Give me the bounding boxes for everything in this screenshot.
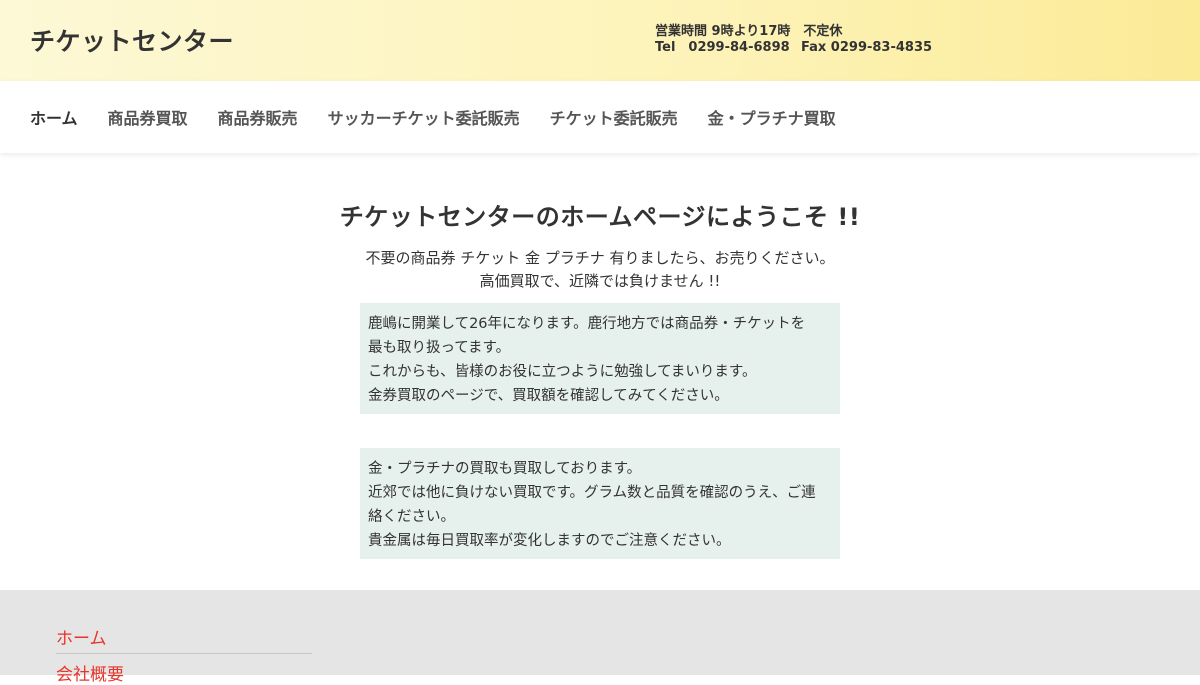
- box-line: 最も取り扱ってます。: [368, 340, 511, 356]
- business-hours: 営業時間 9時より17時 不定休: [655, 24, 843, 39]
- intro-line: 不要の商品券 チケット 金 プラチナ 有りましたら、お売りください。: [365, 249, 835, 267]
- box-line: これからも、皆様のお役に立つように勉強してまいります。: [368, 364, 757, 380]
- nav-item-ticket-consign[interactable]: チケット委託販売: [550, 105, 678, 129]
- footer-link-company[interactable]: 会社概要: [56, 660, 124, 685]
- tel-number: Tel 0299-84-6898: [655, 40, 790, 55]
- nav-item-home[interactable]: ホーム: [30, 105, 78, 129]
- info-box-ticket: 鹿嶋に開業して26年になります。鹿行地方では商品券・チケットを 最も取り扱ってま…: [360, 303, 840, 414]
- main-nav: ホーム 商品券買取 商品券販売 サッカーチケット委託販売 チケット委託販売 金・…: [0, 81, 1200, 153]
- footer-divider: [56, 653, 312, 654]
- footer-link-home[interactable]: ホーム: [56, 624, 107, 649]
- site-footer: ホーム 会社概要: [0, 590, 1200, 685]
- intro-line: 高価買取で、近隣では負けません !!: [479, 272, 721, 290]
- site-title[interactable]: チケットセンター: [30, 22, 234, 58]
- nav-item-soccer-ticket[interactable]: サッカーチケット委託販売: [328, 105, 520, 129]
- nav-item-gift-card-sale[interactable]: 商品券販売: [218, 105, 298, 129]
- nav-item-gold-platinum[interactable]: 金・プラチナ買取: [708, 105, 836, 129]
- box-line: 金・プラチナの買取も買取しております。: [368, 461, 642, 477]
- info-box-gold: 金・プラチナの買取も買取しております。 近郊では他に負けない買取です。グラム数と…: [360, 448, 840, 559]
- page-title: チケットセンターのホームページにようこそ !!: [339, 203, 861, 231]
- nav-item-gift-card-buy[interactable]: 商品券買取: [108, 105, 188, 129]
- box-line: 金券買取のページで、買取額を確認してみてください。: [368, 388, 729, 404]
- fax-number: Fax 0299-83-4835: [801, 40, 933, 55]
- intro-text: 不要の商品券 チケット 金 プラチナ 有りましたら、お売りください。 高価買取で…: [0, 247, 1200, 293]
- box-line: 貴金属は毎日買取率が変化しますのでご注意ください。: [368, 533, 731, 549]
- site-header: チケットセンター 営業時間 9時より17時 不定休 Tel 0299-84-68…: [0, 0, 1200, 81]
- box-line: 絡ください。: [368, 509, 455, 525]
- main-content: チケットセンターのホームページにようこそ !! 不要の商品券 チケット 金 プラ…: [0, 153, 1200, 590]
- box-line: 鹿嶋に開業して26年になります。鹿行地方では商品券・チケットを: [368, 316, 806, 332]
- box-line: 近郊では他に負けない買取です。グラム数と品質を確認のうえ、ご連: [368, 485, 816, 501]
- contact-info: 営業時間 9時より17時 不定休 Tel 0299-84-6898 Fax 029…: [655, 24, 932, 56]
